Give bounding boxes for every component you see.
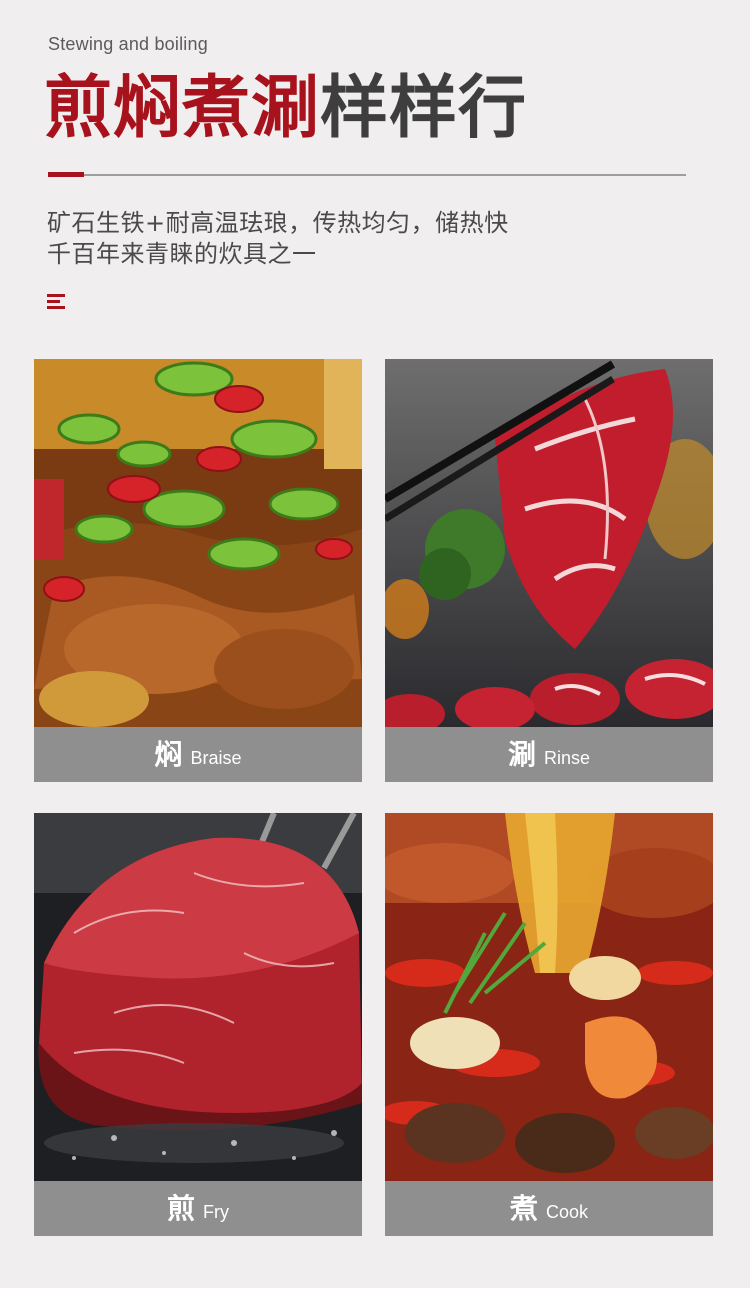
description-line-2: 千百年来青睐的炊具之一 <box>47 240 317 268</box>
cooking-method-card-fry: 煎 Fry <box>34 813 362 1236</box>
description-line-1: 矿石生铁+耐高温珐琅，传热均匀，储热快 <box>47 209 509 237</box>
section-title: 煎焖煮涮样样行 <box>44 70 527 148</box>
caption-english: Fry <box>203 1202 229 1222</box>
cooking-method-card-braise: 焖 Braise <box>34 359 362 782</box>
seared-steak-photo <box>34 813 362 1181</box>
title-accent: 煎焖煮涮 <box>44 69 321 148</box>
caption-english: Cook <box>545 1202 589 1222</box>
title-plain: 样样行 <box>320 69 528 148</box>
caption-chinese: 焖 <box>154 737 183 771</box>
caption-english: Braise <box>190 748 242 768</box>
card-caption: 煎 Fry <box>34 1181 362 1236</box>
divider-line <box>48 174 686 176</box>
list-lines-icon <box>47 294 65 310</box>
hotpot-photo <box>385 813 713 1181</box>
caption-chinese: 煮 <box>509 1191 538 1225</box>
product-detail-page: Stewing and boiling 煎焖煮涮样样行 矿石生铁+耐高温珐琅，传… <box>0 0 750 1288</box>
caption-chinese: 煎 <box>166 1191 195 1225</box>
cooking-method-card-cook: 煮 Cook <box>385 813 713 1236</box>
card-caption: 焖 Braise <box>34 727 362 782</box>
card-caption: 煮 Cook <box>385 1181 713 1236</box>
caption-english: Rinse <box>543 748 591 768</box>
section-subtitle: Stewing and boiling <box>48 34 208 54</box>
braised-dish-photo <box>34 359 362 727</box>
sliced-beef-photo <box>385 359 713 727</box>
divider-accent <box>48 172 84 177</box>
cooking-method-card-rinse: 涮 Rinse <box>385 359 713 782</box>
card-caption: 涮 Rinse <box>385 727 713 782</box>
caption-chinese: 涮 <box>507 737 536 771</box>
feature-description: 矿石生铁+耐高温珐琅，传热均匀，储热快 千百年来青睐的炊具之一 <box>47 208 509 270</box>
